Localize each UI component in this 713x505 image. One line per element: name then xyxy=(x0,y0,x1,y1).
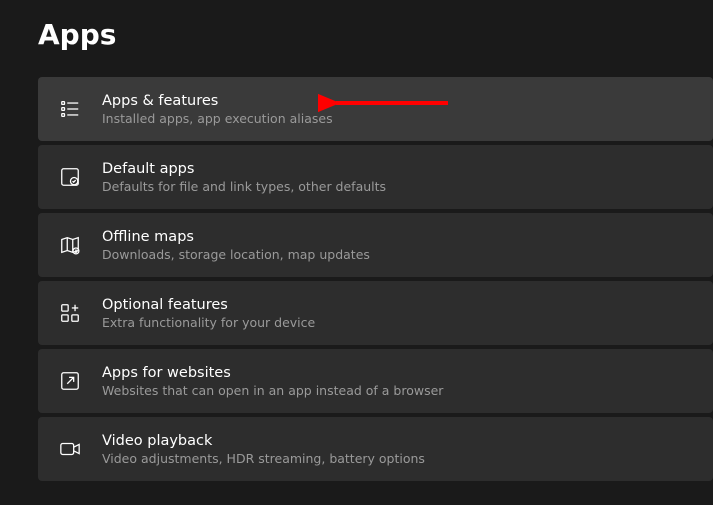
settings-item-apps-for-websites[interactable]: Apps for websites Websites that can open… xyxy=(38,349,713,413)
settings-list: Apps & features Installed apps, app exec… xyxy=(0,51,713,481)
add-grid-icon xyxy=(58,301,82,325)
item-title: Video playback xyxy=(102,433,425,449)
page-title: Apps xyxy=(0,0,713,51)
item-title: Optional features xyxy=(102,297,315,313)
settings-item-default-apps[interactable]: Default apps Defaults for file and link … xyxy=(38,145,713,209)
item-desc: Downloads, storage location, map updates xyxy=(102,247,370,262)
item-desc: Video adjustments, HDR streaming, batter… xyxy=(102,451,425,466)
item-desc: Defaults for file and link types, other … xyxy=(102,179,386,194)
map-icon xyxy=(58,233,82,257)
item-title: Apps for websites xyxy=(102,365,443,381)
item-desc: Installed apps, app execution aliases xyxy=(102,111,333,126)
item-title: Apps & features xyxy=(102,93,333,109)
settings-item-video-playback[interactable]: Video playback Video adjustments, HDR st… xyxy=(38,417,713,481)
item-desc: Extra functionality for your device xyxy=(102,315,315,330)
video-icon xyxy=(58,437,82,461)
item-title: Default apps xyxy=(102,161,386,177)
settings-item-offline-maps[interactable]: Offline maps Downloads, storage location… xyxy=(38,213,713,277)
open-external-icon xyxy=(58,369,82,393)
item-title: Offline maps xyxy=(102,229,370,245)
item-desc: Websites that can open in an app instead… xyxy=(102,383,443,398)
settings-item-apps-features[interactable]: Apps & features Installed apps, app exec… xyxy=(38,77,713,141)
defaults-icon xyxy=(58,165,82,189)
list-icon xyxy=(58,97,82,121)
settings-item-optional-features[interactable]: Optional features Extra functionality fo… xyxy=(38,281,713,345)
